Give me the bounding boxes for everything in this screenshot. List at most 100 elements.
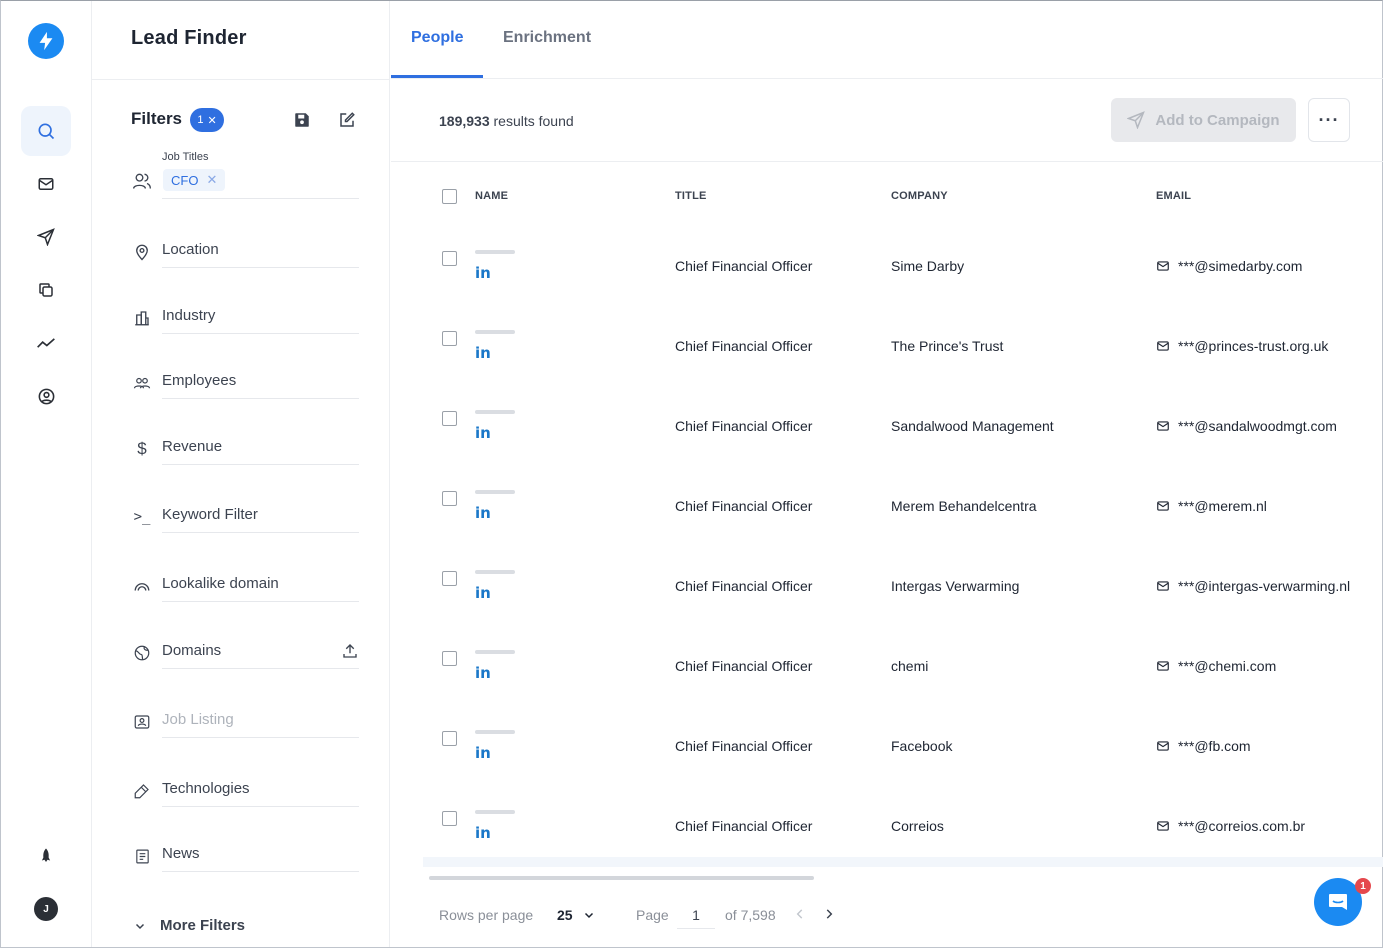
linkedin-icon[interactable]: in xyxy=(475,824,491,842)
rail-analytics-button[interactable] xyxy=(21,318,71,368)
table-row[interactable]: in Chief Financial Officer chemi ***@che… xyxy=(391,638,1383,718)
user-circle-icon xyxy=(38,388,54,404)
cell-email: ***@intergas-verwarming.nl xyxy=(1156,578,1350,594)
divider xyxy=(162,267,359,268)
row-checkbox[interactable] xyxy=(442,491,457,506)
cell-title: Chief Financial Officer xyxy=(675,818,813,834)
filter-count-badge[interactable]: 1 ✕ xyxy=(190,108,224,132)
blurred-name xyxy=(475,330,515,334)
column-header-title[interactable]: TITLE xyxy=(675,190,707,202)
rows-per-page-select[interactable]: 25 xyxy=(557,907,595,923)
column-header-email[interactable]: EMAIL xyxy=(1156,190,1191,202)
filter-employees[interactable]: Employees xyxy=(131,368,359,399)
avatar[interactable]: J xyxy=(34,897,58,921)
copy-icon xyxy=(39,283,53,297)
linkedin-icon[interactable]: in xyxy=(475,264,491,282)
chat-icon xyxy=(1329,894,1347,910)
divider xyxy=(391,161,1383,162)
rail-mail-button[interactable] xyxy=(21,159,71,209)
filter-keyword[interactable]: >_ Keyword Filter xyxy=(131,502,359,533)
filter-revenue[interactable]: $ Revenue xyxy=(131,434,359,465)
logo-bolt-icon[interactable] xyxy=(28,23,64,59)
chip-remove-icon[interactable]: ✕ xyxy=(206,172,217,188)
filter-label: Location xyxy=(162,241,219,258)
globe-icon xyxy=(131,642,153,664)
row-checkbox[interactable] xyxy=(442,731,457,746)
table-row[interactable]: in Chief Financial Officer Merem Behande… xyxy=(391,478,1383,558)
row-checkbox[interactable] xyxy=(442,651,457,666)
table-bottom-edge xyxy=(423,857,1383,867)
add-to-campaign-label: Add to Campaign xyxy=(1155,111,1280,129)
tab-bar: People Enrichment xyxy=(391,1,1383,79)
cell-email: ***@simedarby.com xyxy=(1156,258,1302,274)
icon-rail: J xyxy=(1,1,92,947)
tab-enrichment[interactable]: Enrichment xyxy=(503,29,591,47)
upload-icon[interactable] xyxy=(341,642,359,665)
table-row[interactable]: in Chief Financial Officer Intergas Verw… xyxy=(391,558,1383,638)
filter-location[interactable]: Location xyxy=(131,237,359,268)
linkedin-icon[interactable]: in xyxy=(475,424,491,442)
filter-lookalike-domain[interactable]: Lookalike domain xyxy=(131,571,359,602)
linkedin-icon[interactable]: in xyxy=(475,504,491,522)
more-options-button[interactable]: ··· xyxy=(1308,98,1350,142)
rail-launch-button[interactable] xyxy=(21,831,71,881)
table-row[interactable]: in Chief Financial Officer The Prince's … xyxy=(391,318,1383,398)
filter-news[interactable]: News xyxy=(131,841,359,872)
row-checkbox[interactable] xyxy=(442,811,457,826)
mail-icon xyxy=(1157,741,1169,751)
job-title-chip[interactable]: CFO ✕ xyxy=(163,169,226,191)
linkedin-icon[interactable]: in xyxy=(475,584,491,602)
mail-icon xyxy=(1157,421,1169,431)
blurred-name xyxy=(475,730,515,734)
filter-panel: Lead Finder Filters 1 ✕ Job Titles CFO ✕… xyxy=(92,1,390,947)
filter-job-listing: Job Listing xyxy=(131,707,359,738)
building-icon xyxy=(131,307,153,329)
cell-email: ***@princes-trust.org.uk xyxy=(1156,338,1328,354)
edit-icon[interactable] xyxy=(338,111,356,134)
filter-domains[interactable]: Domains xyxy=(131,638,359,669)
horizontal-scrollbar[interactable] xyxy=(429,876,814,880)
divider xyxy=(162,871,359,872)
page-number-input[interactable]: 1 xyxy=(677,901,715,929)
filter-label: News xyxy=(162,845,200,862)
row-checkbox[interactable] xyxy=(442,411,457,426)
add-to-campaign-button[interactable]: Add to Campaign xyxy=(1111,98,1296,142)
cell-company: Sime Darby xyxy=(891,258,965,274)
table-row[interactable]: in Chief Financial Officer Sandalwood Ma… xyxy=(391,398,1383,478)
rail-search-button[interactable] xyxy=(21,106,71,156)
filters-heading: Filters xyxy=(131,109,183,128)
results-suffix: results found xyxy=(493,113,574,129)
email-text: ***@simedarby.com xyxy=(1178,258,1303,274)
select-all-checkbox[interactable] xyxy=(442,189,457,204)
chevron-down-icon xyxy=(584,912,593,919)
tab-people[interactable]: People xyxy=(411,29,463,47)
blurred-name xyxy=(475,810,515,814)
column-header-company[interactable]: COMPANY xyxy=(891,190,948,202)
mail-icon xyxy=(1157,341,1169,351)
rail-campaign-button[interactable] xyxy=(21,212,71,262)
linkedin-icon[interactable]: in xyxy=(475,744,491,762)
more-filters-toggle[interactable]: More Filters xyxy=(134,917,245,934)
row-checkbox[interactable] xyxy=(442,251,457,266)
table-row[interactable]: in Chief Financial Officer Sime Darby **… xyxy=(391,238,1383,318)
filter-technologies[interactable]: Technologies xyxy=(131,776,359,807)
close-icon[interactable]: ✕ xyxy=(207,114,216,127)
send-icon xyxy=(1127,111,1146,129)
cell-company: The Prince's Trust xyxy=(891,338,1004,354)
filter-industry[interactable]: Industry xyxy=(131,303,359,334)
next-page-icon[interactable] xyxy=(822,907,836,926)
row-checkbox[interactable] xyxy=(442,571,457,586)
rail-templates-button[interactable] xyxy=(21,265,71,315)
group-icon xyxy=(131,372,153,394)
filter-label: Employees xyxy=(162,372,237,389)
linkedin-icon[interactable]: in xyxy=(475,344,491,362)
active-tab-indicator xyxy=(391,75,483,78)
column-header-name[interactable]: NAME xyxy=(475,190,508,202)
rail-account-button[interactable] xyxy=(21,371,71,421)
row-checkbox[interactable] xyxy=(442,331,457,346)
previous-page-icon[interactable] xyxy=(793,907,807,926)
linkedin-icon[interactable]: in xyxy=(475,664,491,682)
results-count: 189,933 results found xyxy=(439,113,574,129)
save-icon[interactable] xyxy=(293,111,311,134)
table-row[interactable]: in Chief Financial Officer Facebook ***@… xyxy=(391,718,1383,798)
